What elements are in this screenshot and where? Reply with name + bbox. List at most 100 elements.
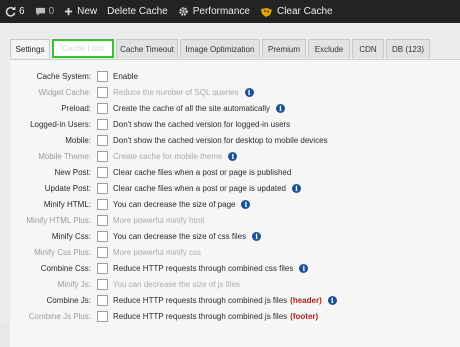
comments-count: 0 bbox=[48, 6, 55, 17]
option-desc: Enable bbox=[113, 71, 138, 81]
tab-db[interactable]: DB (123) bbox=[386, 39, 430, 58]
option-desc: You can decrease the size of page bbox=[113, 199, 236, 209]
performance-menu[interactable]: Performance bbox=[173, 0, 255, 23]
option-mobile: Mobile: Don't show the cached version fo… bbox=[10, 132, 460, 148]
minify-html-checkbox[interactable] bbox=[97, 198, 108, 210]
option-mobile-theme: Mobile Theme: Create cache for mobile th… bbox=[10, 148, 460, 164]
logged-in-users-checkbox[interactable] bbox=[97, 118, 108, 130]
minify-css-checkbox[interactable] bbox=[97, 230, 108, 242]
header-tag: (header) bbox=[290, 295, 322, 305]
settings-panel: Settings Cache Lists Cache Timeout Image… bbox=[0, 23, 460, 347]
plus-icon bbox=[65, 7, 73, 16]
tab-settings[interactable]: Settings bbox=[10, 39, 50, 58]
updates-count: 6 bbox=[19, 6, 25, 17]
mobile-checkbox[interactable] bbox=[97, 134, 108, 146]
info-icon[interactable]: i bbox=[241, 199, 251, 209]
option-desc: Reduce HTTP requests through combined js… bbox=[113, 295, 288, 305]
option-desc: Don't show the cached version for logged… bbox=[113, 119, 291, 129]
option-label: Minify Css: bbox=[51, 231, 91, 241]
new-content-menu[interactable]: New bbox=[59, 0, 102, 23]
option-label: Mobile: bbox=[65, 135, 91, 145]
updates-menu[interactable]: 6 bbox=[0, 0, 30, 23]
mobile-theme-checkbox[interactable] bbox=[97, 150, 108, 162]
option-desc: Reduce the number of SQL queries bbox=[113, 87, 239, 97]
option-minify-js: Minify Js: You can decrease the size of … bbox=[10, 276, 460, 292]
option-desc: Create the cache of all the site automat… bbox=[113, 103, 270, 113]
option-desc: More powerful minify css bbox=[113, 247, 202, 257]
update-post-checkbox[interactable] bbox=[97, 182, 108, 194]
option-label: New Post: bbox=[54, 167, 91, 177]
option-preload: Preload: Create the cache of all the sit… bbox=[10, 100, 460, 116]
clear-cache-menu[interactable]: Clear Cache bbox=[255, 0, 338, 23]
info-icon[interactable]: i bbox=[244, 87, 254, 97]
info-icon[interactable]: i bbox=[299, 263, 309, 273]
clear-cache-label: Clear Cache bbox=[276, 6, 333, 17]
option-combine-js-plus: Combine Js Plus: Reduce HTTP requests th… bbox=[10, 308, 460, 324]
minify-html-plus-checkbox[interactable] bbox=[97, 214, 108, 226]
delete-cache-menu[interactable]: Delete Cache bbox=[102, 0, 173, 23]
option-label: Minify HTML: bbox=[43, 199, 91, 209]
option-desc: Clear cache files when a post or page is… bbox=[113, 167, 292, 177]
tab-cache-lists[interactable]: Cache Lists bbox=[52, 39, 114, 58]
cheetah-logo-icon bbox=[260, 7, 272, 17]
option-minify-html-plus: Minify HTML Plus: More powerful minify h… bbox=[10, 212, 460, 228]
option-label: Cache System: bbox=[36, 71, 91, 81]
cache-system-checkbox[interactable] bbox=[97, 70, 108, 82]
tab-cdn[interactable]: CDN bbox=[352, 39, 384, 58]
comments-menu[interactable]: 0 bbox=[30, 0, 60, 23]
option-label: Combine Css: bbox=[40, 263, 91, 273]
info-icon[interactable]: i bbox=[327, 295, 337, 305]
option-label: Widget Cache: bbox=[38, 87, 91, 97]
option-minify-css: Minify Css: You can decrease the size of… bbox=[10, 228, 460, 244]
option-minify-css-plus: Minify Css Plus: More powerful minify cs… bbox=[10, 244, 460, 260]
option-label: Minify HTML Plus: bbox=[26, 215, 91, 225]
combine-js-plus-checkbox[interactable] bbox=[97, 310, 108, 322]
comment-icon bbox=[35, 7, 45, 16]
option-desc: Reduce HTTP requests through combined js… bbox=[113, 311, 288, 321]
preload-checkbox[interactable] bbox=[97, 102, 108, 114]
gear-icon bbox=[179, 7, 188, 16]
option-desc: You can decrease the size of css files bbox=[113, 231, 247, 241]
minify-js-checkbox[interactable] bbox=[97, 278, 108, 290]
option-combine-css: Combine Css: Reduce HTTP requests throug… bbox=[10, 260, 460, 276]
refresh-icon bbox=[5, 6, 16, 17]
info-icon[interactable]: i bbox=[275, 103, 285, 113]
option-label: Logged-in Users: bbox=[30, 119, 91, 129]
info-icon[interactable]: i bbox=[228, 151, 238, 161]
admin-bar: 6 0 New Delete Cache Performance Clear C… bbox=[0, 0, 460, 23]
tab-premium[interactable]: Premium bbox=[262, 39, 306, 58]
option-update-post: Update Post: Clear cache files when a po… bbox=[10, 180, 460, 196]
option-label: Mobile Theme: bbox=[38, 151, 91, 161]
combine-js-checkbox[interactable] bbox=[97, 294, 108, 306]
option-label: Combine Js Plus: bbox=[28, 311, 91, 321]
minify-css-plus-checkbox[interactable] bbox=[97, 246, 108, 258]
tab-image-optimization[interactable]: Image Optimization bbox=[180, 39, 260, 58]
option-cache-system: Cache System: Enable bbox=[10, 68, 460, 84]
new-label: New bbox=[77, 6, 98, 17]
performance-label: Performance bbox=[192, 6, 250, 17]
tab-cache-timeout[interactable]: Cache Timeout bbox=[116, 39, 178, 58]
option-label: Update Post: bbox=[44, 183, 91, 193]
new-post-checkbox[interactable] bbox=[97, 166, 108, 178]
option-label: Preload: bbox=[61, 103, 91, 113]
widget-cache-checkbox[interactable] bbox=[97, 86, 108, 98]
option-combine-js: Combine Js: Reduce HTTP requests through… bbox=[10, 292, 460, 308]
options-form: Cache System: Enable Widget Cache: Reduc… bbox=[10, 59, 460, 347]
option-desc: More powerful minify html bbox=[113, 215, 205, 225]
info-icon[interactable]: i bbox=[292, 183, 301, 193]
info-icon[interactable]: i bbox=[252, 231, 262, 241]
settings-tabs: Settings Cache Lists Cache Timeout Image… bbox=[10, 39, 432, 59]
option-desc: Don't show the cached version for deskto… bbox=[113, 135, 328, 145]
option-label: Minify Js: bbox=[57, 279, 91, 289]
option-new-post: New Post: Clear cache files when a post … bbox=[10, 164, 460, 180]
option-label: Minify Css Plus: bbox=[34, 247, 91, 257]
option-label: Combine Js: bbox=[46, 295, 91, 305]
option-desc: Reduce HTTP requests through combined cs… bbox=[113, 263, 294, 273]
option-widget-cache: Widget Cache: Reduce the number of SQL q… bbox=[10, 84, 460, 100]
option-logged-in-users: Logged-in Users: Don't show the cached v… bbox=[10, 116, 460, 132]
combine-css-checkbox[interactable] bbox=[97, 262, 108, 274]
option-desc: You can decrease the size of js files bbox=[113, 279, 240, 289]
delete-cache-label: Delete Cache bbox=[107, 6, 168, 17]
option-minify-html: Minify HTML: You can decrease the size o… bbox=[10, 196, 460, 212]
tab-exclude[interactable]: Exclude bbox=[308, 39, 350, 58]
